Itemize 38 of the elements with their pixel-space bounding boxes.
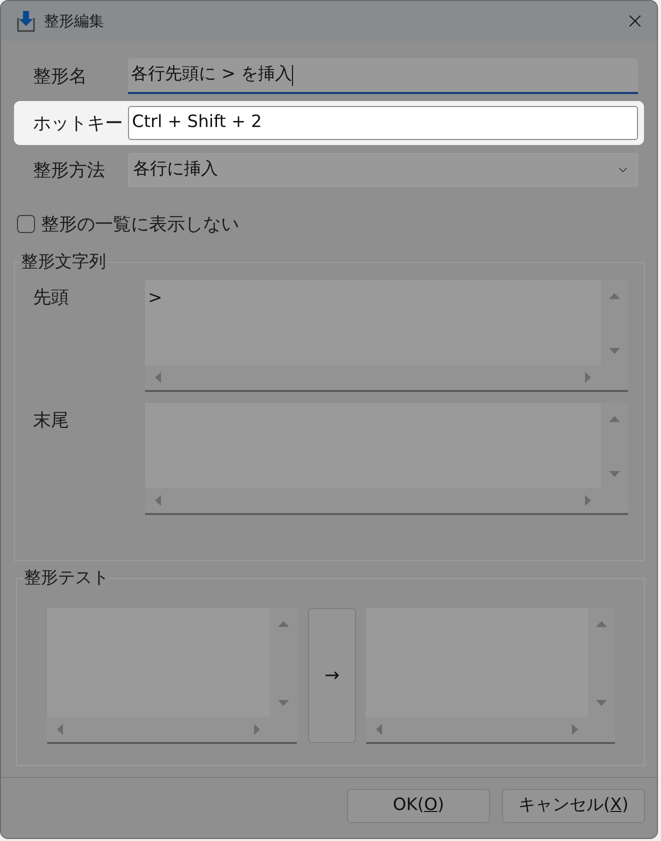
- checkbox-label: 整形の一覧に表示しない: [41, 212, 239, 236]
- text-area[interactable]: >: [145, 280, 628, 392]
- scroll-right-icon[interactable]: [254, 724, 260, 735]
- text-field[interactable]: Ctrl + Shift + 2: [128, 106, 638, 140]
- scroll-right-icon[interactable]: [585, 495, 591, 506]
- group-title: 整形テスト: [24, 567, 109, 590]
- download-icon: [16, 10, 36, 32]
- scroll-right-icon[interactable]: [585, 372, 591, 383]
- text-area[interactable]: [145, 403, 628, 515]
- text-field[interactable]: 各行先頭に > を挿入: [128, 58, 638, 94]
- scroll-down-icon[interactable]: [596, 700, 607, 706]
- field-label: ホットキー: [33, 112, 124, 136]
- scroll-left-icon[interactable]: [376, 724, 382, 735]
- scroll-down-icon[interactable]: [609, 348, 620, 354]
- scroll-up-icon[interactable]: [278, 621, 289, 627]
- checkbox[interactable]: [17, 215, 35, 233]
- scroll-down-icon[interactable]: [609, 471, 620, 477]
- group-title: 整形文字列: [21, 251, 106, 274]
- text-area[interactable]: [366, 608, 615, 744]
- scroll-left-icon[interactable]: [155, 495, 161, 506]
- dropdown[interactable]: 各行に挿入: [128, 153, 638, 187]
- dialog-button[interactable]: OK(O): [347, 789, 490, 823]
- scroll-up-icon[interactable]: [609, 293, 620, 299]
- field-label: 先頭: [33, 286, 70, 310]
- scroll-left-icon[interactable]: [57, 724, 63, 735]
- scroll-left-icon[interactable]: [155, 372, 161, 383]
- field-label: 整形方法: [33, 158, 106, 182]
- text-area[interactable]: [47, 608, 297, 744]
- convert-button[interactable]: →: [308, 608, 356, 743]
- scroll-up-icon[interactable]: [596, 621, 607, 627]
- field-label: 整形名: [33, 64, 88, 88]
- field-label: 末尾: [33, 409, 70, 433]
- scroll-up-icon[interactable]: [609, 416, 620, 422]
- scroll-right-icon[interactable]: [572, 724, 578, 735]
- text-cursor-icon: [292, 64, 294, 86]
- dialog-button[interactable]: キャンセル(X): [502, 789, 645, 823]
- scroll-down-icon[interactable]: [278, 700, 289, 706]
- window-title: 整形編集: [44, 10, 104, 32]
